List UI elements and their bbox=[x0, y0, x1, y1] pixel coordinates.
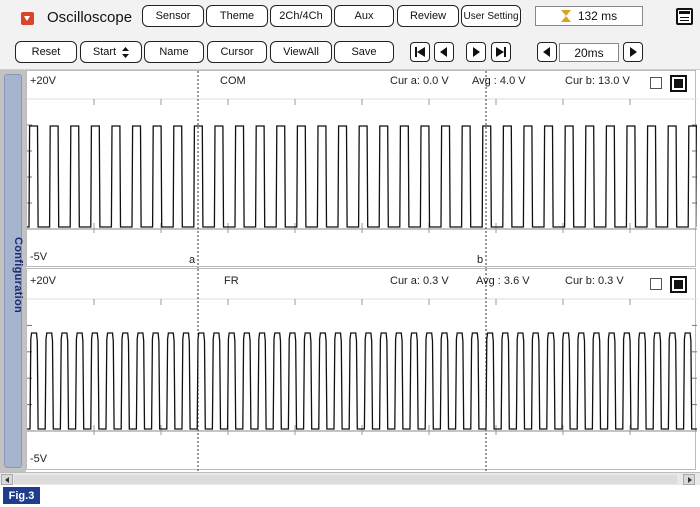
step-forward-button[interactable] bbox=[466, 42, 486, 62]
review-button[interactable]: Review bbox=[397, 5, 459, 27]
com-average-readout: Avg : 4.0 V bbox=[472, 75, 526, 87]
skip-first-icon bbox=[415, 47, 425, 57]
scroll-right-arrow-icon[interactable] bbox=[683, 474, 695, 485]
step-back-button[interactable] bbox=[434, 42, 454, 62]
com-cursor-a-readout: Cur a: 0.0 V bbox=[390, 75, 449, 87]
scroll-left-arrow-icon[interactable] bbox=[1, 474, 13, 485]
main-toolbar: Oscilloscope Sensor Theme 2Ch/4Ch Aux Re… bbox=[0, 0, 700, 36]
channels-button[interactable]: 2Ch/4Ch bbox=[270, 5, 332, 27]
aux-button[interactable]: Aux bbox=[334, 5, 394, 27]
menu-dropdown-icon[interactable] bbox=[21, 12, 34, 25]
com-channel-checkbox[interactable] bbox=[650, 77, 662, 89]
step-back-icon bbox=[440, 47, 447, 57]
name-button[interactable]: Name bbox=[144, 41, 204, 63]
configuration-label: Configuration bbox=[12, 237, 24, 313]
fr-cursor-b-readout: Cur b: 0.3 V bbox=[565, 275, 624, 287]
scope-panel-fr[interactable]: +20V FR Cur a: 0.3 V Avg : 3.6 V Cur b: … bbox=[26, 268, 697, 471]
fr-average-readout: Avg : 3.6 V bbox=[476, 275, 530, 287]
time-increase-button[interactable] bbox=[623, 42, 643, 62]
elapsed-time-value: 132 ms bbox=[577, 9, 618, 23]
skip-last-button[interactable] bbox=[491, 42, 511, 62]
fr-channel-checkbox[interactable] bbox=[650, 278, 662, 290]
view-all-button[interactable]: ViewAll bbox=[270, 41, 332, 63]
elapsed-time-display: 132 ms bbox=[535, 6, 643, 26]
com-waveform bbox=[27, 71, 697, 268]
fr-expand-icon[interactable] bbox=[670, 276, 687, 293]
skip-last-icon bbox=[496, 47, 506, 57]
configuration-tab[interactable]: Configuration bbox=[4, 74, 24, 468]
step-forward-icon bbox=[473, 47, 480, 57]
fr-signal-trace bbox=[27, 332, 697, 430]
save-button[interactable]: Save bbox=[334, 41, 394, 63]
theme-button[interactable]: Theme bbox=[206, 5, 268, 27]
cursor-button[interactable]: Cursor bbox=[207, 41, 267, 63]
window-layout-icon[interactable] bbox=[676, 8, 693, 25]
reset-button[interactable]: Reset bbox=[15, 41, 77, 63]
sensor-button[interactable]: Sensor bbox=[142, 5, 204, 27]
com-channel-name: COM bbox=[220, 75, 246, 87]
cursor-b-marker[interactable]: b bbox=[477, 254, 483, 266]
com-y-max-label: +20V bbox=[30, 75, 56, 87]
time-division-field[interactable]: 20ms bbox=[559, 43, 619, 62]
fr-channel-name: FR bbox=[224, 275, 239, 287]
scroll-track[interactable] bbox=[14, 475, 677, 484]
fr-y-max-label: +20V bbox=[30, 275, 56, 287]
configuration-sidebar: Configuration bbox=[0, 70, 26, 472]
start-select[interactable]: Start bbox=[80, 41, 142, 63]
updown-arrow-icon bbox=[122, 46, 130, 58]
cursor-a-marker[interactable]: a bbox=[189, 254, 195, 266]
scope-panel-com[interactable]: +20V COM Cur a: 0.0 V Avg : 4.0 V Cur b:… bbox=[26, 70, 697, 268]
user-setting-button[interactable]: User Setting bbox=[461, 5, 521, 27]
fr-y-min-label: -5V bbox=[30, 453, 48, 465]
hourglass-icon bbox=[560, 10, 571, 22]
time-decrease-icon bbox=[543, 47, 550, 57]
com-expand-icon[interactable] bbox=[670, 75, 687, 92]
app-title: Oscilloscope bbox=[47, 9, 133, 26]
fr-cursor-a-readout: Cur a: 0.3 V bbox=[390, 275, 449, 287]
skip-first-button[interactable] bbox=[410, 42, 430, 62]
time-increase-icon bbox=[630, 47, 637, 57]
time-decrease-button[interactable] bbox=[537, 42, 557, 62]
start-select-label: Start bbox=[92, 46, 117, 58]
figure-label: Fig.3 bbox=[3, 487, 40, 504]
com-signal-trace bbox=[27, 125, 697, 228]
com-cursor-b-readout: Cur b: 13.0 V bbox=[565, 75, 630, 87]
fr-waveform bbox=[27, 269, 697, 471]
com-y-min-label: -5V bbox=[30, 251, 48, 263]
horizontal-scrollbar[interactable] bbox=[0, 472, 700, 485]
